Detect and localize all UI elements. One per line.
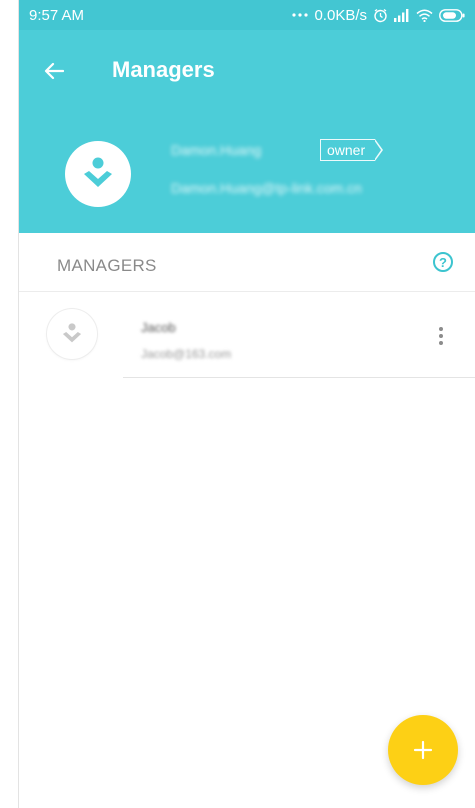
owner-name: Damon.Huang: [171, 142, 262, 158]
left-gutter: [0, 0, 18, 808]
status-time: 9:57 AM: [29, 6, 85, 24]
network-speed: 0.0KB/s: [314, 6, 367, 24]
manager-avatar: [47, 309, 97, 359]
back-button[interactable]: [39, 56, 69, 86]
manager-email: Jacob@163.com: [141, 347, 232, 361]
section-title: MANAGERS: [57, 256, 157, 275]
battery-icon: [439, 8, 465, 22]
owner-avatar: [65, 141, 131, 207]
list-divider: [123, 377, 475, 378]
alarm-icon: [373, 8, 388, 23]
app-page: 9:57 AM 0.0KB/s Managers Damon.Huang own…: [0, 0, 475, 808]
owner-badge: owner: [320, 139, 384, 161]
plus-icon: [413, 740, 433, 760]
owner-email: Damon.Huang@tp-link.com.cn: [171, 180, 362, 196]
more-dots-icon: [292, 12, 309, 18]
signal-icon: [394, 8, 410, 22]
status-bar: 9:57 AM 0.0KB/s: [19, 0, 475, 30]
status-right: 0.0KB/s: [292, 7, 465, 24]
wifi-icon: [416, 9, 433, 22]
arrow-left-icon: [44, 62, 64, 80]
add-manager-button[interactable]: [388, 715, 458, 785]
help-icon: ?: [439, 254, 447, 270]
list-item[interactable]: Jacob Jacob@163.com: [19, 292, 475, 378]
page-title: Managers: [112, 57, 215, 82]
more-vert-dot: [439, 341, 443, 345]
managers-section-header: MANAGERS ?: [19, 233, 475, 292]
screen: 9:57 AM 0.0KB/s Managers Damon.Huang own…: [19, 0, 475, 808]
header: Managers Damon.Huang owner Damon.Huang@t…: [19, 30, 475, 233]
user-avatar-icon: [62, 323, 82, 343]
user-avatar-icon: [84, 157, 112, 187]
more-vert-dot: [439, 334, 443, 338]
more-vert-dot: [439, 327, 443, 331]
more-options-button[interactable]: [429, 322, 453, 350]
manager-name: Jacob: [141, 320, 176, 335]
help-button[interactable]: ?: [433, 252, 453, 272]
